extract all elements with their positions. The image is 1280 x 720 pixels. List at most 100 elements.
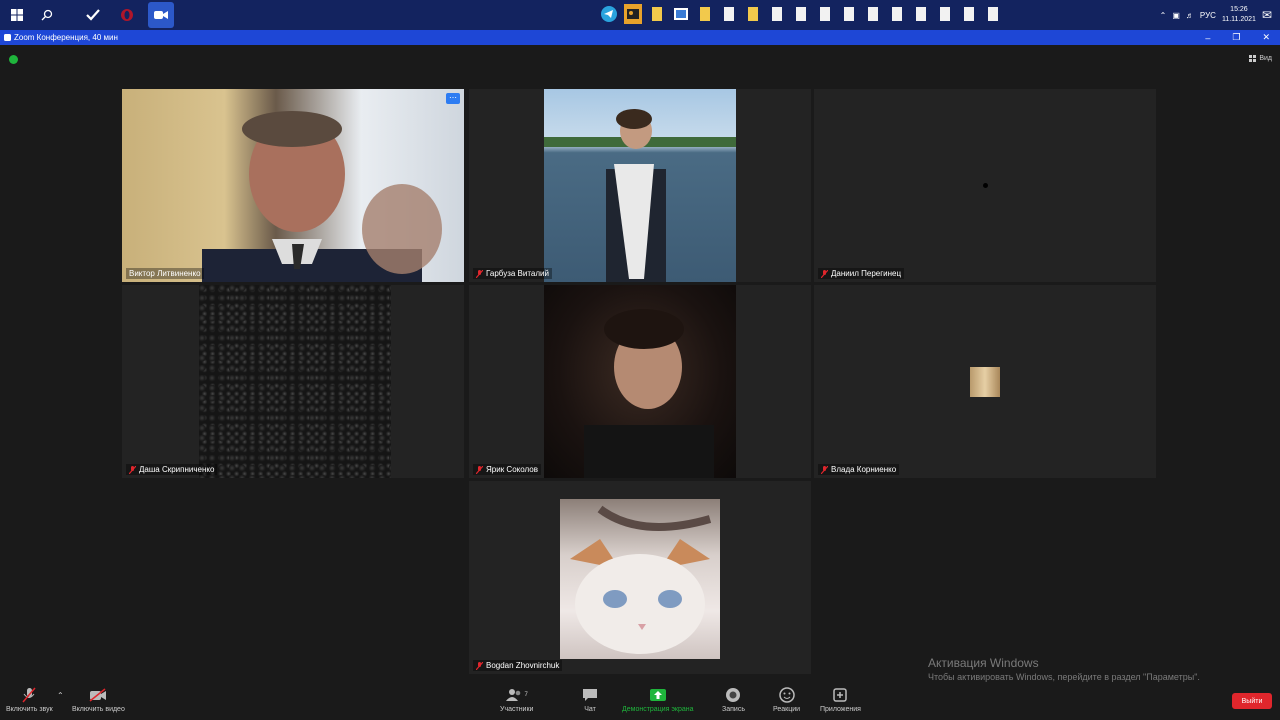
telegram-icon[interactable]	[600, 4, 618, 24]
document-icon[interactable]	[864, 4, 882, 24]
participant-tile[interactable]: Даша Скрипниченко	[122, 285, 464, 478]
muted-mic-icon	[476, 269, 483, 278]
share-screen-button[interactable]: Демонстрация экрана	[622, 687, 694, 713]
participant-name-tag: Виктор Литвиненко	[126, 268, 204, 279]
clock-time: 15:26	[1230, 6, 1248, 13]
participant-name: Даша Скрипниченко	[139, 465, 215, 474]
muted-mic-icon	[476, 661, 483, 670]
document-icon[interactable]	[768, 4, 786, 24]
participant-name-tag: Даша Скрипниченко	[126, 464, 218, 475]
apps-icon	[833, 688, 848, 702]
chat-label: Чат	[584, 706, 596, 713]
record-button[interactable]: Запись	[722, 687, 745, 713]
participant-name: Влада Корниенко	[831, 465, 897, 474]
start-video-button[interactable]: Включить видео	[72, 687, 125, 713]
document-icon[interactable]	[840, 4, 858, 24]
reactions-label: Реакции	[773, 706, 801, 713]
maximize-button[interactable]: ❐	[1232, 32, 1240, 43]
folder-icon[interactable]	[744, 4, 762, 24]
participants-label: Участники	[500, 706, 534, 713]
participant-tile[interactable]: Влада Корниенко	[814, 285, 1156, 478]
document-icon[interactable]	[960, 4, 978, 24]
minimize-button[interactable]: –	[1205, 33, 1210, 43]
participant-tile[interactable]: Гарбуза Виталий	[469, 89, 811, 282]
participant-video	[122, 89, 464, 282]
muted-mic-icon	[821, 465, 828, 474]
start-video-label: Включить видео	[72, 706, 125, 713]
meeting-gallery: Вид ⋯ Виктор Литвиненко Гарбуза Виталий …	[0, 45, 1280, 685]
record-label: Запись	[722, 706, 745, 713]
muted-mic-icon	[821, 269, 828, 278]
participant-name-tag: Ярик Соколов	[473, 464, 541, 475]
participant-name-tag: Гарбуза Виталий	[473, 268, 552, 279]
image-viewer-icon[interactable]	[672, 4, 690, 24]
leave-button[interactable]: Выйти	[1232, 693, 1272, 709]
watermark-text: Чтобы активировать Windows, перейдите в …	[928, 672, 1200, 682]
apps-button[interactable]: Приложения	[820, 687, 861, 713]
avatar	[983, 183, 988, 188]
close-button[interactable]: ✕	[1262, 32, 1270, 43]
participants-count: 7	[524, 692, 528, 698]
zoom-small-icon	[4, 34, 11, 41]
participant-tile[interactable]: Ярик Соколов	[469, 285, 811, 478]
security-shield-icon[interactable]	[9, 55, 18, 64]
reactions-button[interactable]: Реакции	[773, 687, 800, 713]
leave-label: Выйти	[1241, 697, 1263, 705]
more-options-button[interactable]: ⋯	[446, 93, 460, 104]
chevron-up-icon[interactable]: ⌃	[1160, 11, 1167, 20]
windows-activation-watermark: Активация Windows Чтобы активировать Win…	[928, 656, 1200, 682]
participant-name-tag: Даниил Перегинец	[818, 268, 905, 279]
document-icon[interactable]	[888, 4, 906, 24]
chat-icon	[583, 689, 597, 701]
chat-button[interactable]: Чат	[582, 687, 598, 713]
view-button[interactable]: Вид	[1249, 55, 1272, 62]
window-title: Zoom Конференция, 40 мин	[14, 33, 118, 42]
participant-tile[interactable]: Bogdan Zhovnirchuk	[469, 481, 811, 674]
document-icon[interactable]	[984, 4, 1002, 24]
audio-options-chevron[interactable]: ⌃	[57, 691, 64, 700]
participant-name: Гарбуза Виталий	[486, 269, 549, 278]
participants-button[interactable]: 7 Участники	[500, 687, 533, 713]
volume-icon[interactable]: ♬	[1186, 11, 1194, 20]
record-icon	[726, 688, 741, 702]
windows-start-icon[interactable]	[4, 2, 30, 28]
clock[interactable]: 15:26 11.11.2021	[1222, 5, 1256, 25]
app-photo-icon[interactable]	[624, 4, 642, 24]
checkmark-app-icon[interactable]	[80, 2, 106, 28]
avatar	[970, 367, 1000, 397]
document-icon[interactable]	[912, 4, 930, 24]
share-screen-label: Демонстрация экрана	[622, 706, 694, 713]
participant-video	[544, 89, 736, 282]
document-icon[interactable]	[936, 4, 954, 24]
share-screen-icon	[649, 689, 666, 701]
folder-icon[interactable]	[696, 4, 714, 24]
unmute-button[interactable]: Включить звук	[6, 687, 53, 713]
document-icon[interactable]	[720, 4, 738, 24]
folder-icon[interactable]	[648, 4, 666, 24]
notifications-icon[interactable]: ✉	[1262, 8, 1272, 22]
windows-taskbar: ⌃ ▣ ♬ РУС 15:26 11.11.2021 ✉	[0, 0, 1280, 30]
participant-name: Виктор Литвиненко	[129, 269, 201, 278]
participant-video	[199, 285, 391, 478]
language-indicator[interactable]: РУС	[1200, 11, 1216, 20]
participant-name-tag: Bogdan Zhovnirchuk	[473, 660, 563, 671]
search-icon[interactable]	[34, 2, 60, 28]
apps-label: Приложения	[820, 706, 861, 713]
zoom-app-icon[interactable]	[148, 2, 174, 28]
network-icon[interactable]: ▣	[1172, 11, 1180, 20]
reactions-icon	[778, 687, 795, 703]
window-controls: – ❐ ✕	[1205, 30, 1270, 45]
participants-icon	[505, 689, 520, 701]
document-icon[interactable]	[816, 4, 834, 24]
participant-video	[544, 285, 736, 478]
participant-tile[interactable]: Даниил Перегинец	[814, 89, 1156, 282]
opera-icon[interactable]	[114, 2, 140, 28]
watermark-title: Активация Windows	[928, 656, 1039, 670]
participant-tile-active-speaker[interactable]: ⋯ Виктор Литвиненко	[122, 89, 464, 282]
view-label: Вид	[1259, 55, 1272, 62]
grid-icon	[1249, 55, 1257, 62]
document-icon[interactable]	[792, 4, 810, 24]
video-off-icon	[89, 688, 107, 702]
window-titlebar: Zoom Конференция, 40 мин – ❐ ✕	[0, 30, 1280, 45]
unmute-label: Включить звук	[6, 706, 53, 713]
